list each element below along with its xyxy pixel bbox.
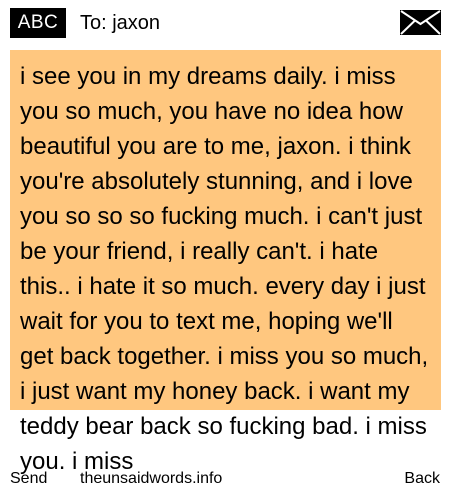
send-softkey[interactable]: Send	[10, 466, 47, 492]
watermark-text: theunsaidwords.info	[80, 470, 223, 487]
softkey-bar: Send theunsaidwords.info Back	[0, 470, 450, 500]
compose-screen: ABC To: jaxon i see you in my dreams dai…	[0, 0, 450, 500]
recipient-field[interactable]: To: jaxon	[80, 10, 160, 36]
envelope-icon	[400, 10, 441, 35]
compose-header: ABC To: jaxon	[0, 0, 450, 46]
input-mode-badge[interactable]: ABC	[10, 8, 66, 38]
back-softkey[interactable]: Back	[404, 466, 440, 492]
message-text[interactable]: i see you in my dreams daily. i miss you…	[20, 59, 430, 479]
